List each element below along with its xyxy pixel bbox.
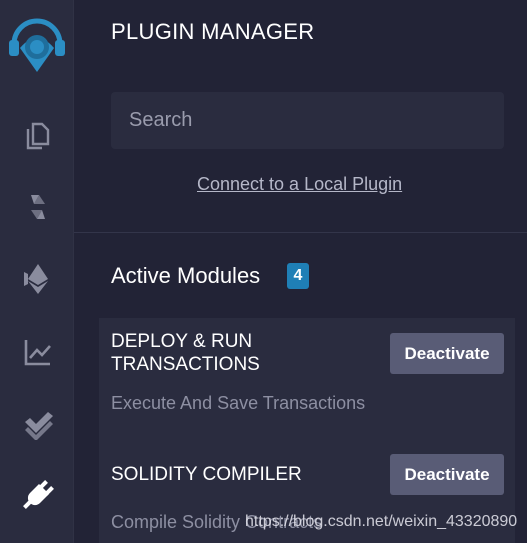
- connect-local-plugin-link[interactable]: Connect to a Local Plugin: [197, 174, 402, 195]
- module-name: DEPLOY & RUN TRANSACTIONS: [111, 331, 260, 375]
- analysis-icon[interactable]: [19, 333, 57, 371]
- active-modules-heading: Active Modules: [111, 263, 261, 288]
- divider: [74, 232, 527, 233]
- file-explorer-icon[interactable]: [19, 117, 57, 155]
- icon-sidebar: [0, 0, 74, 543]
- deploy-run-icon[interactable]: [19, 260, 57, 298]
- deactivate-button[interactable]: Deactivate: [390, 454, 504, 495]
- solidity-compiler-icon[interactable]: [19, 188, 57, 226]
- plugin-manager-icon[interactable]: [19, 476, 57, 514]
- logo-icon[interactable]: [6, 14, 68, 76]
- plugin-manager-panel: PLUGIN MANAGER Connect to a Local Plugin…: [74, 0, 527, 543]
- module-description: Execute And Save Transactions: [111, 393, 366, 413]
- watermark-text: https://blog.csdn.net/weixin_43320890: [245, 513, 518, 530]
- module-card: DEPLOY & RUN TRANSACTIONS Deactivate Exe…: [99, 318, 515, 440]
- module-name: SOLIDITY COMPILER: [111, 464, 302, 485]
- deactivate-button[interactable]: Deactivate: [390, 333, 504, 374]
- testing-icon[interactable]: [19, 405, 57, 443]
- search-input[interactable]: [111, 92, 504, 149]
- active-count-badge: 4: [287, 263, 309, 289]
- panel-title: PLUGIN MANAGER: [111, 19, 315, 44]
